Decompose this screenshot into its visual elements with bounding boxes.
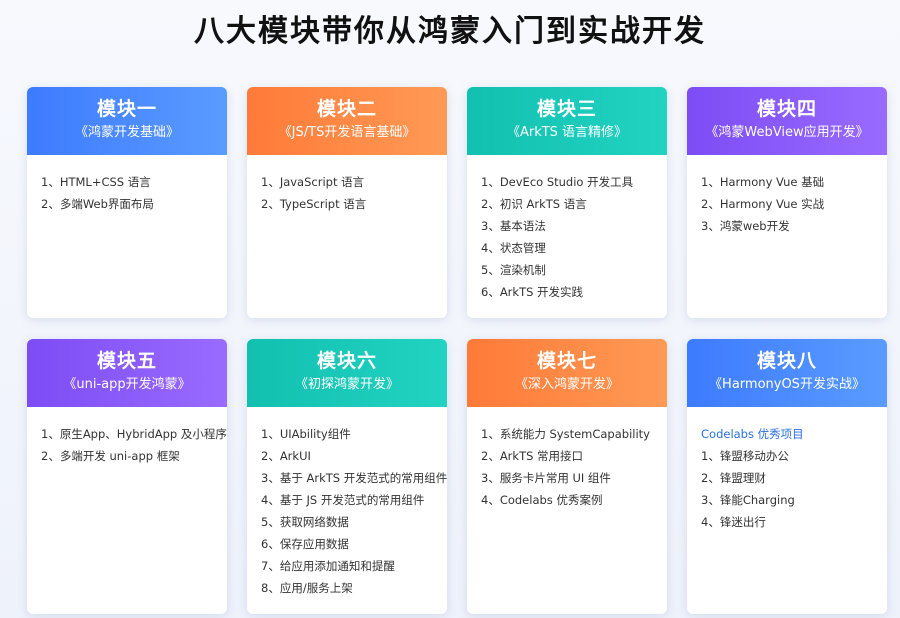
module-item: 1、DevEco Studio 开发工具: [481, 175, 634, 189]
module-item: 6、ArkTS 开发实践: [481, 285, 584, 299]
module-items: 1、HTML+CSS 语言 2、多端Web界面布局: [27, 155, 227, 215]
module-card-1: 模块一 《鸿蒙开发基础》 1、HTML+CSS 语言 2、多端Web界面布局: [27, 87, 227, 318]
module-header-8: 模块八 《HarmonyOS开发实战》: [687, 339, 887, 407]
module-title: 模块三: [536, 98, 597, 120]
module-title: 模块五: [96, 350, 157, 372]
module-header-4: 模块四 《鸿蒙WebView应用开发》: [687, 87, 887, 155]
module-header-2: 模块二 《JS/TS开发语言基础》: [247, 87, 447, 155]
module-items: Codelabs 优秀项目 1、锋盟移动办公 2、锋盟理财 3、锋能Chargi…: [687, 407, 887, 533]
module-header-5: 模块五 《uni-app开发鸿蒙》: [27, 339, 227, 407]
module-item: 3、基于 ArkTS 开发范式的常用组件: [261, 471, 447, 485]
module-item: 4、基于 JS 开发范式的常用组件: [261, 493, 425, 507]
module-subtitle: 《深入鸿蒙开发》: [514, 377, 619, 392]
module-item: 2、锋盟理财: [701, 471, 766, 485]
module-item: 8、应用/服务上架: [261, 581, 353, 595]
module-item: 1、HTML+CSS 语言: [41, 175, 151, 189]
module-items: 1、Harmony Vue 基础 2、Harmony Vue 实战 3、鸿蒙we…: [687, 155, 887, 237]
module-item: 5、获取网络数据: [261, 515, 349, 529]
module-title: 模块六: [316, 350, 377, 372]
module-subtitle: 《鸿蒙开发基础》: [74, 125, 179, 140]
module-items: 1、JavaScript 语言 2、TypeScript 语言: [247, 155, 447, 215]
module-item: 4、锋迷出行: [701, 515, 766, 529]
module-item: 6、保存应用数据: [261, 537, 349, 551]
module-header-6: 模块六 《初探鸿蒙开发》: [247, 339, 447, 407]
module-item: 2、多端开发 uni-app 框架: [41, 449, 180, 463]
module-item: 4、状态管理: [481, 241, 546, 255]
module-item: 2、TypeScript 语言: [261, 197, 367, 211]
module-item: 3、锋能Charging: [701, 493, 795, 507]
module-item: 1、系统能力 SystemCapability: [481, 427, 650, 441]
module-card-7: 模块七 《深入鸿蒙开发》 1、系统能力 SystemCapability 2、A…: [467, 339, 667, 614]
module-card-8: 模块八 《HarmonyOS开发实战》 Codelabs 优秀项目 1、锋盟移动…: [687, 339, 887, 614]
module-items: 1、DevEco Studio 开发工具 2、初识 ArkTS 语言 3、基本语…: [467, 155, 667, 303]
module-subtitle: 《鸿蒙WebView应用开发》: [705, 125, 869, 140]
module-header-1: 模块一 《鸿蒙开发基础》: [27, 87, 227, 155]
module-item: 2、Harmony Vue 实战: [701, 197, 825, 211]
module-item: 1、原生App、HybridApp 及小程序: [41, 427, 227, 441]
module-card-3: 模块三 《ArkTS 语言精修》 1、DevEco Studio 开发工具 2、…: [467, 87, 667, 318]
module-item: 2、初识 ArkTS 语言: [481, 197, 587, 211]
module-title: 模块七: [536, 350, 597, 372]
module-item: 3、基本语法: [481, 219, 546, 233]
module-item: 1、JavaScript 语言: [261, 175, 365, 189]
module-item: 5、渲染机制: [481, 263, 546, 277]
module-card-2: 模块二 《JS/TS开发语言基础》 1、JavaScript 语言 2、Type…: [247, 87, 447, 318]
page-title: 八大模块带你从鸿蒙入门到实战开发: [194, 14, 706, 49]
module-item: 4、Codelabs 优秀案例: [481, 493, 603, 507]
module-grid: 模块一 《鸿蒙开发基础》 1、HTML+CSS 语言 2、多端Web界面布局 模…: [27, 87, 887, 614]
module-item: 2、多端Web界面布局: [41, 197, 154, 211]
module-item: 3、服务卡片常用 UI 组件: [481, 471, 611, 485]
module-items: 1、系统能力 SystemCapability 2、ArkTS 常用接口 3、服…: [467, 407, 667, 511]
module-title: 模块一: [96, 98, 157, 120]
module-highlight: Codelabs 优秀项目: [701, 427, 804, 441]
module-items: 1、原生App、HybridApp 及小程序 2、多端开发 uni-app 框架: [27, 407, 227, 467]
module-item: 7、给应用添加通知和提醒: [261, 559, 395, 573]
module-subtitle: 《uni-app开发鸿蒙》: [63, 377, 191, 392]
module-items: 1、UIAbility组件 2、ArkUI 3、基于 ArkTS 开发范式的常用…: [247, 407, 447, 599]
module-subtitle: 《初探鸿蒙开发》: [294, 377, 399, 392]
module-title: 模块二: [316, 98, 377, 120]
module-item: 3、鸿蒙web开发: [701, 219, 790, 233]
module-title: 模块四: [756, 98, 817, 120]
module-subtitle: 《JS/TS开发语言基础》: [278, 125, 416, 140]
module-header-3: 模块三 《ArkTS 语言精修》: [467, 87, 667, 155]
module-header-7: 模块七 《深入鸿蒙开发》: [467, 339, 667, 407]
module-item: 1、UIAbility组件: [261, 427, 351, 441]
module-title: 模块八: [756, 350, 817, 372]
module-item: 1、锋盟移动办公: [701, 449, 789, 463]
module-item: 1、Harmony Vue 基础: [701, 175, 825, 189]
module-card-6: 模块六 《初探鸿蒙开发》 1、UIAbility组件 2、ArkUI 3、基于 …: [247, 339, 447, 614]
module-card-4: 模块四 《鸿蒙WebView应用开发》 1、Harmony Vue 基础 2、H…: [687, 87, 887, 318]
module-subtitle: 《HarmonyOS开发实战》: [709, 377, 865, 392]
module-card-5: 模块五 《uni-app开发鸿蒙》 1、原生App、HybridApp 及小程序…: [27, 339, 227, 614]
module-item: 2、ArkUI: [261, 449, 311, 463]
module-item: 2、ArkTS 常用接口: [481, 449, 584, 463]
module-subtitle: 《ArkTS 语言精修》: [506, 125, 628, 140]
